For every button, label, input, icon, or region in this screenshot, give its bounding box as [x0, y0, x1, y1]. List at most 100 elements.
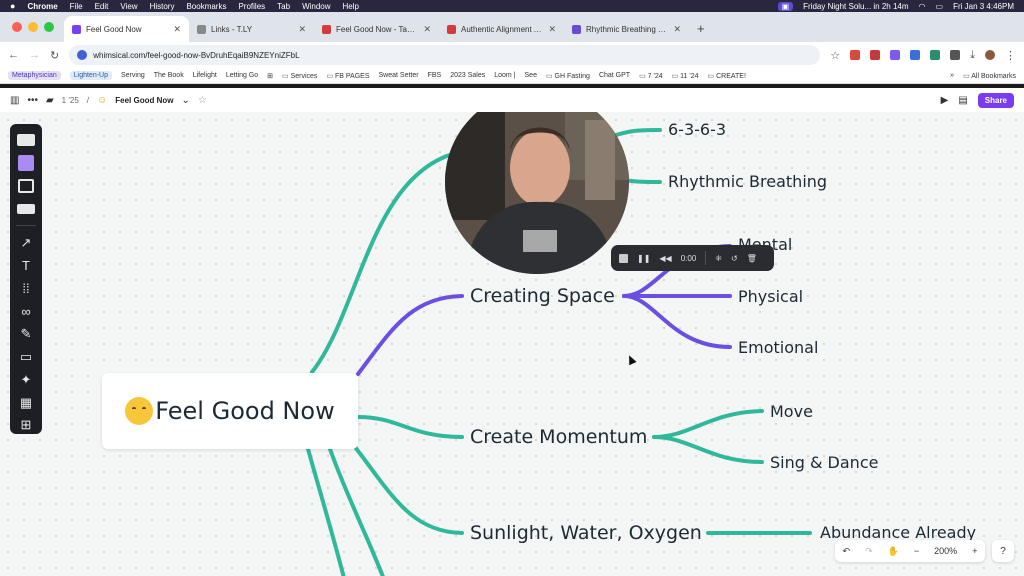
redo-icon[interactable]: ↷ — [865, 546, 873, 557]
bookmark-folder[interactable]: GH Fasting — [546, 72, 590, 80]
device-frame-icon[interactable] — [16, 178, 36, 195]
extension-icon[interactable] — [890, 50, 901, 60]
menu-history[interactable]: History — [150, 2, 175, 11]
pen-tool-icon[interactable]: ✎ — [16, 326, 36, 343]
apps-grid-icon[interactable]: ⊞ — [267, 72, 273, 80]
bookmark-item[interactable]: Lifelight — [193, 72, 217, 79]
download-icon[interactable]: ⤓ — [970, 49, 975, 62]
forward-icon[interactable]: → — [29, 49, 40, 61]
card-tool-icon[interactable] — [16, 132, 36, 149]
browser-tab-take-a-break[interactable]: Feel Good Now - Take A Brea ✕ — [314, 16, 439, 42]
stop-recording-button[interactable] — [619, 253, 628, 263]
share-button[interactable]: Share — [977, 92, 1014, 108]
address-bar[interactable]: whimsical.com/feel-good-now-BvDruhEqaiB9… — [69, 45, 821, 65]
zoom-out-button[interactable]: − — [914, 546, 919, 556]
bookmark-item[interactable]: Loom | — [494, 72, 515, 79]
menu-profiles[interactable]: Profiles — [238, 2, 265, 11]
ai-sparkle-icon[interactable]: ✦ — [16, 371, 36, 388]
undo-icon[interactable]: ↶ — [843, 546, 851, 557]
sidebar-toggle-icon[interactable]: ▥ — [10, 95, 19, 106]
mindmap-node[interactable]: Emotional — [738, 338, 818, 357]
mindmap-node[interactable]: Rhythmic Breathing — [668, 172, 827, 191]
pause-icon[interactable]: ❚❚ — [637, 254, 650, 263]
menu-edit[interactable]: Edit — [95, 2, 109, 11]
close-tab-icon[interactable]: ✕ — [298, 24, 306, 35]
all-bookmarks-folder[interactable]: All Bookmarks — [963, 72, 1016, 80]
bookmark-star-icon[interactable]: ☆ — [830, 49, 840, 62]
menu-view[interactable]: View — [120, 2, 137, 11]
link-tool-icon[interactable]: ∞ — [16, 303, 36, 320]
restart-icon[interactable]: ↺ — [731, 254, 738, 263]
apple-icon[interactable]: ● — [10, 1, 15, 11]
more-options-icon[interactable]: ••• — [27, 95, 38, 106]
bookmark-item[interactable]: See — [525, 72, 537, 79]
bookmark-item[interactable]: Lighten-Up — [69, 71, 112, 80]
extension-icon[interactable] — [850, 50, 861, 60]
site-info-icon[interactable] — [77, 50, 88, 60]
menu-bookmarks[interactable]: Bookmarks — [186, 2, 226, 11]
present-icon[interactable]: ▶ — [941, 95, 949, 106]
chevron-down-icon[interactable]: ⌄ — [181, 95, 189, 106]
battery-icon[interactable]: ▭ — [936, 2, 944, 11]
mindmap-node-sunlight[interactable]: Sunlight, Water, Oxygen — [470, 522, 702, 544]
browser-tab-rhythmic-breathing[interactable]: Rhythmic Breathing Easy as ✕ — [564, 16, 689, 42]
mindmap-canvas[interactable]: 6-3-6-3 Rhythmic Breathing Creating Spac… — [0, 112, 1024, 576]
bookmark-folder[interactable]: CREATE! — [708, 72, 746, 80]
browser-tab-links[interactable]: Links - T.LY ✕ — [189, 16, 314, 42]
profile-avatar[interactable] — [985, 50, 995, 60]
menu-help[interactable]: Help — [343, 2, 359, 11]
bookmark-item[interactable]: Sweat Setter — [379, 72, 419, 79]
menubar-clock[interactable]: Fri Jan 3 4:46PM — [953, 2, 1014, 11]
extension-icon[interactable] — [910, 50, 921, 60]
mindmap-node-creating-space[interactable]: Creating Space — [470, 285, 615, 307]
comments-icon[interactable]: ▤ — [958, 95, 967, 106]
wifi-icon[interactable]: ◠ — [919, 2, 926, 11]
browser-tab-feel-good-now[interactable]: Feel Good Now ✕ — [64, 16, 189, 42]
bookmark-item[interactable]: 2023 Sales — [450, 72, 485, 79]
menu-window[interactable]: Window — [302, 2, 330, 11]
extensions-puzzle-icon[interactable] — [950, 50, 961, 60]
mindmap-node[interactable]: 6-3-6-3 — [668, 120, 726, 139]
bookmark-folder[interactable]: 7 '24 — [639, 72, 663, 80]
close-tab-icon[interactable]: ✕ — [173, 24, 181, 35]
drawing-tool-icon[interactable]: ⁜ — [715, 254, 722, 263]
sticky-note-icon[interactable] — [16, 155, 36, 172]
menu-app-name[interactable]: Chrome — [27, 2, 57, 11]
mindmap-root-node[interactable]: Feel Good Now — [102, 373, 358, 449]
bookmark-item[interactable]: Chat GPT — [599, 72, 630, 79]
add-icon[interactable]: ⊞ — [16, 417, 36, 434]
help-button[interactable]: ? — [992, 540, 1014, 562]
mindmap-node[interactable]: Sing & Dance — [770, 453, 878, 472]
more-bookmarks-icon[interactable]: » — [950, 72, 954, 79]
close-tab-icon[interactable]: ✕ — [423, 24, 431, 35]
mindmap-node[interactable]: Physical — [738, 287, 803, 306]
extension-icon[interactable] — [930, 50, 941, 60]
menu-tab[interactable]: Tab — [277, 2, 290, 11]
bookmark-item[interactable]: Metaphysician — [8, 71, 61, 80]
arrow-tool-icon[interactable]: ↗ — [16, 234, 36, 251]
reload-icon[interactable]: ↻ — [50, 49, 59, 62]
chrome-menu-icon[interactable]: ⋮ — [1005, 49, 1016, 62]
minimize-window-icon[interactable] — [28, 22, 38, 32]
document-title[interactable]: Feel Good Now — [115, 96, 173, 105]
close-tab-icon[interactable]: ✕ — [673, 24, 681, 35]
zoom-level[interactable]: 200% — [934, 546, 957, 556]
bookmark-item[interactable]: Serving — [121, 72, 145, 79]
bookmark-item[interactable]: FBS — [428, 72, 442, 79]
section-tool-icon[interactable]: ▭ — [16, 349, 36, 366]
bookmark-folder[interactable]: Services — [282, 72, 318, 80]
rewind-icon[interactable]: ◀◀ — [659, 254, 671, 263]
browser-tab-alignment-alliance[interactable]: Authentic Alignment Alliance ✕ — [439, 16, 564, 42]
template-tool-icon[interactable]: ▦ — [16, 394, 36, 411]
mindmap-node-create-momentum[interactable]: Create Momentum — [470, 426, 647, 448]
breadcrumb-folder[interactable]: 1 '25 — [62, 96, 79, 105]
hand-tool-icon[interactable]: ✋ — [888, 546, 899, 557]
address-url[interactable]: whimsical.com/feel-good-now-BvDruhEqaiB9… — [93, 51, 299, 60]
bookmark-item[interactable]: Letting Go — [226, 72, 258, 79]
bookmark-folder[interactable]: 11 '24 — [672, 72, 698, 80]
text-tool-icon[interactable]: T — [16, 257, 36, 274]
extension-icon[interactable] — [870, 50, 881, 60]
close-tab-icon[interactable]: ✕ — [548, 24, 556, 35]
grid-tool-icon[interactable]: ⁞⁞ — [16, 280, 36, 297]
bookmark-folder[interactable]: FB PAGES — [326, 72, 370, 80]
